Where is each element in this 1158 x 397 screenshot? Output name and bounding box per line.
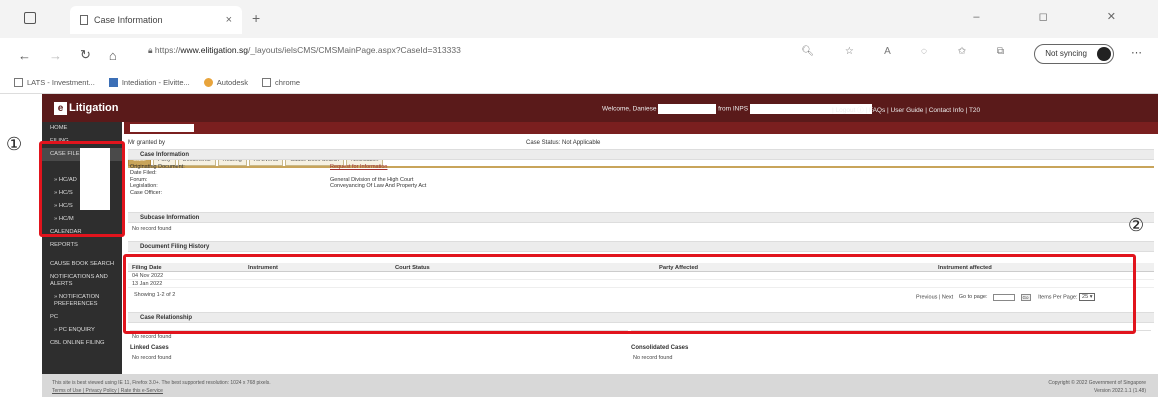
sidebar-item-cause-book-search[interactable]: CAUSE BOOK SEARCH: [42, 258, 122, 271]
main-content: Mr granted by Case Status: Not Applicabl…: [124, 122, 1158, 374]
browser-tab-bar: Case Information × + – ◻ ✕: [0, 0, 1158, 38]
case-info-labels: Originating Document: Date Filed: Forum:…: [130, 164, 185, 196]
address-bar[interactable]: 🔒︎ https://www.elitigation.sg/_layouts/i…: [148, 45, 461, 56]
annotation-box-1: [39, 141, 125, 237]
sidebar-item-notifications[interactable]: NOTIFICATIONS AND ALERTS: [42, 271, 122, 291]
document-filing-history-header: Document Filing History: [128, 241, 1154, 252]
annotation-number-2: ②: [1128, 215, 1145, 236]
tab-actions-icon[interactable]: [24, 12, 36, 24]
page-footer: This site is best viewed using IE 11, Fi…: [42, 374, 1158, 397]
copyright: Copyright © 2022 Government of Singapore: [1048, 380, 1146, 386]
version: Version 2022.1.1 (1.48): [1094, 388, 1146, 394]
app-header: e Litigation Welcome, Daniese from INPS |…: [42, 94, 1158, 122]
subcase-information-header: Subcase Information: [128, 212, 1154, 223]
consolidated-cases-empty: No record found: [633, 355, 673, 361]
bookmark-item[interactable]: LATS - Investment...: [14, 78, 95, 87]
subcase-empty: No record found: [132, 226, 172, 232]
redacted-user: [658, 104, 717, 114]
new-tab-button[interactable]: +: [252, 10, 260, 26]
bookmarks-bar: LATS - Investment... Intediation - Elvit…: [0, 72, 1158, 94]
footer-note: This site is best viewed using IE 11, Fi…: [52, 380, 271, 386]
sidebar-item-cbl-online-filing[interactable]: CBL ONLINE FILING: [42, 337, 122, 350]
home-icon[interactable]: ⌂: [109, 48, 117, 63]
page-icon: [14, 78, 23, 87]
case-information-header: Case Information: [128, 149, 1154, 160]
redacted-case-name: [130, 124, 194, 132]
browser-tab[interactable]: Case Information ×: [70, 6, 242, 34]
annotation-number-1: ①: [6, 134, 23, 155]
close-tab-icon[interactable]: ×: [226, 14, 232, 26]
tab-title: Case Information: [94, 15, 163, 25]
linked-cases-heading: Linked Cases: [130, 345, 169, 351]
forward-icon[interactable]: →: [49, 48, 62, 63]
autodesk-icon: [203, 78, 213, 87]
filed-by: Mr granted by: [128, 140, 166, 146]
bookmark-item[interactable]: chrome: [262, 78, 300, 87]
request-information-link[interactable]: Request for Information: [330, 164, 387, 170]
annotation-box-2: [123, 254, 1136, 334]
consolidated-cases-heading: Consolidated Cases: [631, 345, 689, 351]
relationship-empty: No record found: [132, 334, 172, 340]
elitigation-logo[interactable]: e Litigation: [48, 98, 125, 118]
lock-icon: 🔒︎: [148, 45, 155, 55]
sidebar-item-home[interactable]: HOME: [42, 122, 122, 135]
page-icon: [262, 78, 272, 87]
tab-underline: [128, 166, 1154, 168]
sidebar-item-reports[interactable]: REPORTS: [42, 239, 122, 252]
case-status: Case Status: Not Applicable: [526, 140, 601, 146]
back-icon[interactable]: ←: [18, 48, 31, 63]
case-info-values: General Division of the High Court Conve…: [330, 177, 427, 190]
sidebar-subitem-notification-preferences[interactable]: » NOTIFICATION PREFERENCES: [42, 291, 122, 311]
bookmark-item[interactable]: Autodesk: [203, 78, 248, 87]
sidebar-item-pc[interactable]: PC: [42, 311, 122, 324]
sidebar-subitem-pc-enquiry[interactable]: » PC ENQUIRY: [42, 324, 122, 337]
toolbar-icons[interactable]: 🔍︎ ☆ A ◌ ✩ ⧉: [801, 46, 1018, 57]
page-icon: [80, 15, 88, 25]
avatar: [1097, 47, 1111, 61]
refresh-icon[interactable]: ↻: [80, 47, 91, 63]
window-controls[interactable]: – ◻ ✕: [973, 10, 1144, 23]
screenshot-root: Case Information × + – ◻ ✕ ← → ↻ ⌂ 🔒︎ ht…: [0, 0, 1158, 397]
linked-cases-empty: No record found: [132, 355, 172, 361]
more-icon[interactable]: ⋯: [1131, 46, 1142, 59]
footer-links[interactable]: Terms of Use | Privacy Policy | Rate thi…: [52, 387, 271, 395]
folder-icon: [108, 78, 118, 87]
header-links[interactable]: | Logout ⓘ | FAQs | User Guide | Contact…: [832, 104, 980, 114]
sync-button[interactable]: Not syncing: [1034, 44, 1114, 64]
case-name-bar: [124, 122, 1158, 134]
address-row: ← → ↻ ⌂ 🔒︎ https://www.elitigation.sg/_l…: [0, 38, 1158, 72]
bookmark-item[interactable]: Intediation - Elvitte...: [108, 78, 190, 87]
